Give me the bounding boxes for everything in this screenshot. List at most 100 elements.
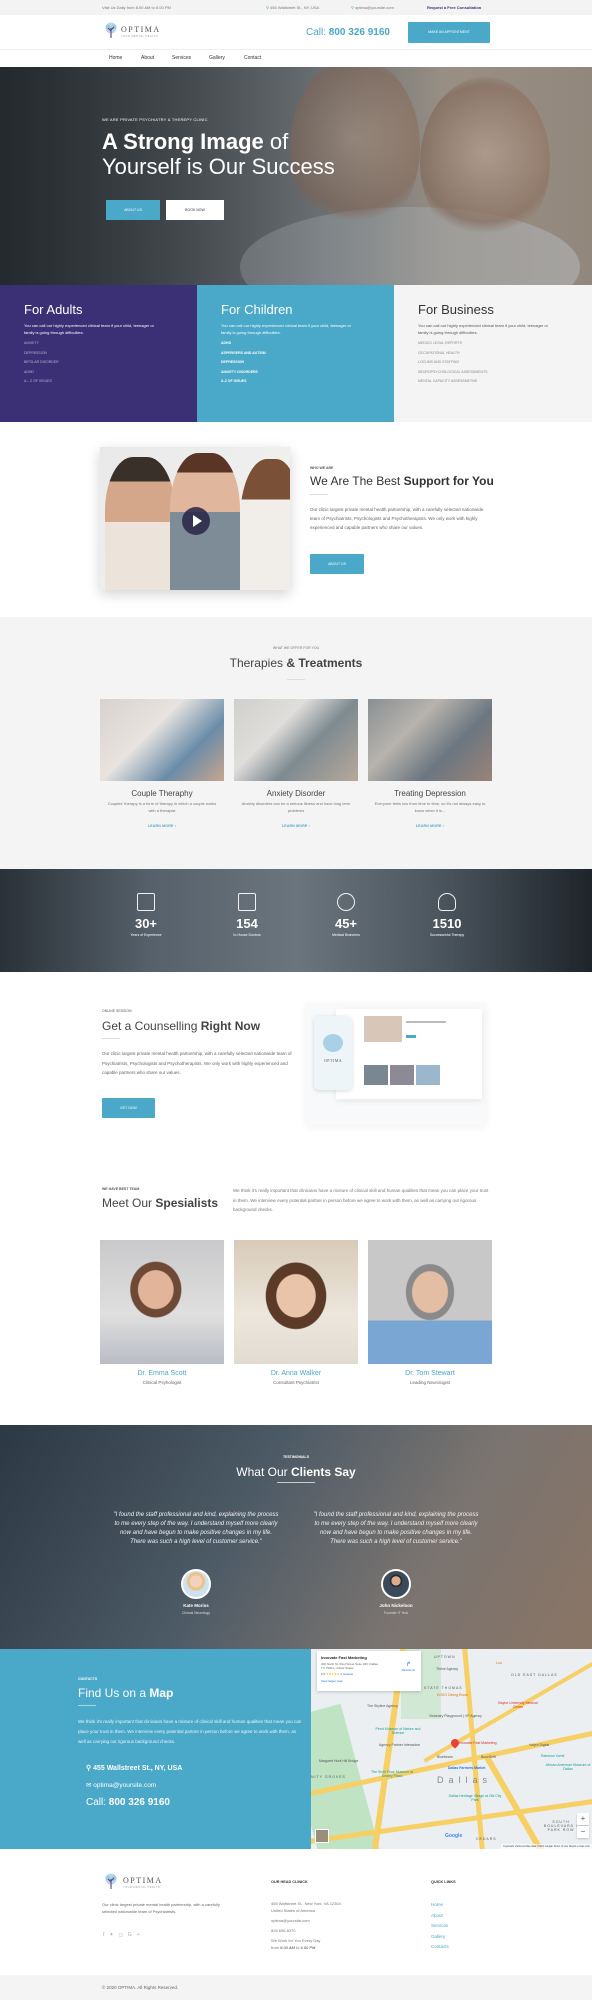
doctor-name[interactable]: Dr. Tom Stewart — [368, 1370, 492, 1377]
google-map[interactable]: UPTOWN STATE THOMAS OLD EAST DALLAS Thri… — [308, 1649, 592, 1849]
map-zoom-out-button[interactable]: − — [577, 1826, 589, 1838]
map-footer[interactable]: Keyboard shortcuts Map data ©2022 Google… — [501, 1844, 592, 1849]
footer-link-gallery[interactable]: Gallery — [431, 1932, 449, 1943]
adults-item[interactable]: DEPRESSION — [24, 351, 197, 355]
business-item[interactable]: LOCUMS AND STAFFING — [418, 360, 592, 364]
directions-button[interactable]: ↱ Directions — [402, 1661, 415, 1672]
logo[interactable]: OPTIMA YOUR MENTAL HEALTH — [104, 22, 164, 42]
map-label: African American Museum of Dallas — [545, 1763, 591, 1771]
header-phone[interactable]: Call: 800 326 9160 — [306, 27, 390, 38]
footer-link-services[interactable]: Services — [431, 1921, 449, 1932]
footer-link-about[interactable]: About — [431, 1911, 449, 1922]
divider — [287, 679, 305, 680]
learn-more-link[interactable]: LEARN MORE › — [100, 824, 224, 828]
logo-tagline: YOUR MENTAL HEALTH — [123, 1886, 161, 1889]
doctor-name[interactable]: Dr. Emma Scott — [100, 1370, 224, 1377]
logo-name: OPTIMA — [123, 1876, 163, 1885]
footer-logo[interactable]: OPTIMA YOUR MENTAL HEALTH — [104, 1873, 184, 1893]
map-label: NITY GROVES — [311, 1775, 346, 1779]
nav-gallery[interactable]: Gallery — [209, 55, 225, 61]
contact-email[interactable]: ✉ optima@yoursite.com — [86, 1781, 156, 1789]
twitter-icon[interactable]: ✦ — [109, 1932, 118, 1938]
adults-item[interactable]: A – Z OF ISSUES — [24, 379, 197, 383]
business-item[interactable]: MENTAL CAPACITY ASSESSMETNS — [418, 379, 592, 383]
stat-label: Medical Branches — [332, 933, 360, 937]
divider — [78, 1705, 96, 1706]
hero-title: A Strong Image of Yourself is Our Success — [102, 129, 335, 179]
copyright-bar: © 2020 OPTIMA. All Rights Reserved. — [0, 1975, 592, 2000]
adults-item[interactable]: BIPOLAR DISORDER — [24, 360, 197, 364]
testimonial-role: Clinical Neurology — [181, 1611, 211, 1615]
footer-link-contacts[interactable]: Contacts — [431, 1942, 449, 1953]
site-header: OPTIMA YOUR MENTAL HEALTH Call: 800 326 … — [0, 15, 592, 50]
children-item[interactable]: ANXIETY DISORDERS — [221, 370, 394, 374]
map-label: Margaret Hunt Hill Bridge — [319, 1759, 359, 1763]
contacts-section: CONTACTS Find Us on a Map We think it's … — [0, 1649, 308, 1849]
tree-logo-icon — [105, 1873, 117, 1889]
clinic-email[interactable]: optima@yoursite.com — [271, 1917, 341, 1924]
children-item[interactable]: A-Z OF ISSUES — [221, 379, 394, 383]
testimonial-quote: "I found the staff professional and kind… — [113, 1512, 279, 1545]
therapy-card[interactable]: Couple Theraphy Couples' therapy is a fo… — [100, 699, 224, 828]
children-item[interactable]: ADHD — [221, 341, 394, 345]
counselling-text: Our clinic largest private mental health… — [102, 1051, 292, 1075]
counselling-title: Get a Counselling Right Now — [102, 1019, 261, 1033]
adults-item[interactable]: ADHD — [24, 370, 197, 374]
map-zoom-in-button[interactable]: + — [577, 1813, 589, 1825]
free-consultation-link[interactable]: Request a Free Consultation — [427, 5, 481, 10]
children-item[interactable]: ASPERGERS AND AUTISM — [221, 351, 394, 355]
tree-logo-icon — [105, 22, 117, 38]
map-label: Innovate Fast Marketing — [459, 1741, 497, 1745]
about-us-button[interactable]: ABOUT US — [310, 554, 364, 574]
therapy-card[interactable]: Treating Depression Everyone feels low f… — [368, 699, 492, 828]
hero-about-button[interactable]: ABOUT US — [106, 200, 160, 220]
doctor-card[interactable]: Dr. Emma Scott Clinical Psyhologist — [100, 1240, 224, 1385]
play-icon[interactable] — [182, 507, 210, 535]
instagram-icon[interactable]: ◻ — [119, 1932, 128, 1938]
nav-about[interactable]: About — [141, 55, 154, 61]
nav-home[interactable]: Home — [109, 55, 122, 61]
nav-services[interactable]: Services — [172, 55, 191, 61]
footer-link-home[interactable]: Home — [431, 1900, 449, 1911]
adults-item[interactable]: ANXIETY — [24, 341, 197, 345]
therapy-desc: Anxiety disorders can be a serious illne… — [241, 801, 351, 813]
view-larger-map-link[interactable]: View larger map — [321, 1679, 417, 1683]
map-label: Thrive Agency — [436, 1667, 459, 1671]
learn-more-link[interactable]: LEARN MORE › — [368, 824, 492, 828]
doctor-name[interactable]: Dr. Anna Walker — [234, 1370, 358, 1377]
about-video-thumbnail[interactable] — [100, 447, 290, 590]
business-item[interactable]: OCCUPATIONAL HEALTH — [418, 351, 592, 355]
map-info-card: Innovate Fast Marketing 400 North St. Pa… — [317, 1651, 421, 1691]
map-rating: 5.0 ★★★★★ 2 reviews — [321, 1672, 353, 1676]
clinic-phone[interactable]: 826 696 8370 — [271, 1927, 341, 1934]
learn-more-link[interactable]: LEARN MORE › — [234, 824, 358, 828]
about-text: Our clinic largest private mental health… — [310, 507, 484, 530]
quick-links: Home About Services Gallery Contacts — [431, 1900, 449, 1953]
top-email[interactable]: ⚲ optima@yoursite.com — [351, 5, 394, 10]
map-label: Perot Museum of Nature and Science — [375, 1727, 421, 1735]
children-title: For Children — [221, 302, 293, 317]
doctor-card[interactable]: Dr. Tom Stewart Leading Neurologist — [368, 1240, 492, 1385]
business-panel: For Business You can call our highly exp… — [394, 285, 592, 422]
satellite-toggle[interactable] — [315, 1829, 329, 1843]
contact-phone[interactable]: Call: 800 326 9160 — [86, 1797, 170, 1808]
google-plus-icon[interactable]: G+ — [128, 1932, 145, 1938]
make-appointment-button[interactable]: MAKE AN APPOINTMENT — [408, 22, 490, 43]
children-panel: For Children You can call our highly exp… — [197, 285, 394, 422]
hero-book-button[interactable]: BOOK NOW — [166, 200, 224, 220]
therapy-title: Treating Depression — [394, 789, 466, 798]
therapy-title: Couple Theraphy — [131, 789, 193, 798]
business-text: You can call our highly experienced clin… — [418, 323, 548, 335]
business-item[interactable]: MEDICO LEGAL REPORTS — [418, 341, 592, 345]
get-now-button[interactable]: GET NOW — [102, 1098, 155, 1118]
doctor-card[interactable]: Dr. Anna Walker Consultant Psychiatrist — [234, 1240, 358, 1385]
mock-photo — [390, 1065, 414, 1085]
children-item[interactable]: DEPRESSION — [221, 360, 394, 364]
adults-panel: For Adults You can call our highly exper… — [0, 285, 197, 422]
divider — [277, 1482, 315, 1483]
therapy-desc: Everyone feels low from time to time, so… — [374, 801, 486, 813]
nav-contact[interactable]: Contact — [244, 55, 261, 61]
business-item[interactable]: NEUROPSYCHOLOGICAL ASSESSMENTS — [418, 370, 592, 374]
device-mockup-image: OPTIMA — [306, 1003, 486, 1125]
therapy-card[interactable]: Anxiety Disorder Anxiety disorders can b… — [234, 699, 358, 828]
